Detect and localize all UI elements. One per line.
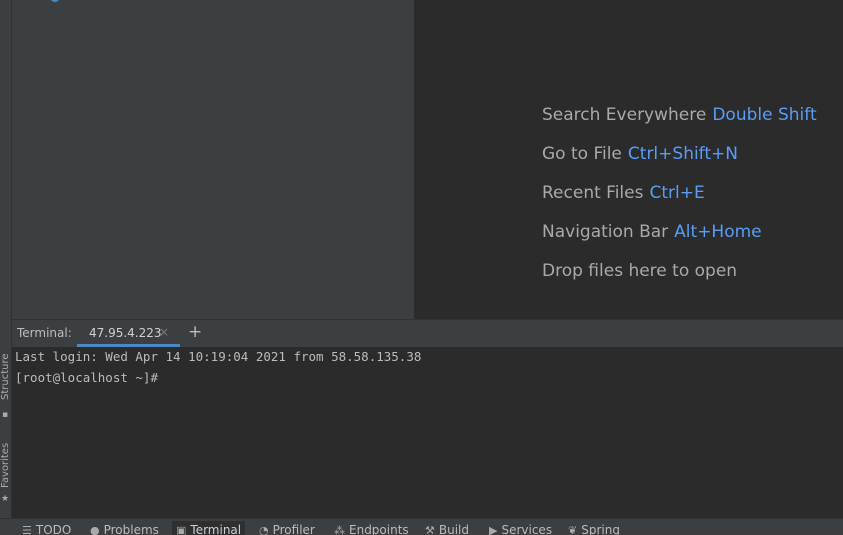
list-icon: ☰ — [22, 524, 32, 535]
left-tool-stripe: Structure ▪ Favorites ★ — [0, 0, 12, 518]
terminal-tab-label: 47.95.4.223 — [89, 326, 162, 340]
terminal-tab[interactable]: 47.95.4.223 × — [77, 320, 180, 347]
hint-drop-files: Drop files here to open — [542, 261, 738, 281]
hint-go-to-file: Go to File Ctrl+Shift+N — [542, 144, 738, 164]
hint-recent-files: Recent Files Ctrl+E — [542, 183, 705, 203]
terminal-title: Terminal: — [17, 326, 72, 340]
editor-area[interactable]: Search Everywhere Double Shift Go to File… — [415, 0, 843, 319]
favorites-tool-button[interactable]: Favorites — [0, 443, 12, 488]
endpoints-icon: ⁂ — [334, 524, 345, 535]
problems-icon: ● — [90, 524, 100, 535]
terminal-line: Last login: Wed Apr 14 10:19:04 2021 fro… — [15, 349, 422, 364]
project-tool-window — [12, 0, 415, 319]
terminal-tool-button[interactable]: ▣ Terminal — [172, 521, 246, 535]
build-tool-button[interactable]: ⚒ Build — [425, 523, 469, 535]
services-tool-button[interactable]: ▶ Services — [489, 523, 552, 535]
editor-hints: Search Everywhere Double Shift Go to File… — [542, 102, 817, 297]
services-icon: ▶ — [489, 524, 498, 535]
add-terminal-button[interactable]: + — [188, 322, 202, 342]
endpoints-tool-button[interactable]: ⁂ Endpoints — [334, 523, 409, 535]
hint-search-everywhere: Search Everywhere Double Shift — [542, 105, 817, 125]
spring-tool-button[interactable]: ❦ Spring — [568, 523, 620, 535]
tree-indicator-icon — [50, 0, 60, 2]
profiler-tool-button[interactable]: ◔ Profiler — [259, 523, 315, 535]
terminal-output[interactable]: Last login: Wed Apr 14 10:19:04 2021 fro… — [12, 347, 843, 518]
structure-tool-button[interactable]: Structure — [0, 353, 12, 400]
bottom-tool-bar: ☰ TODO ● Problems ▣ Terminal ◔ Profiler ⁂ End… — [0, 518, 843, 535]
terminal-icon: ▣ — [176, 524, 187, 535]
spring-icon: ❦ — [568, 524, 578, 535]
problems-tool-button[interactable]: ● Problems — [90, 523, 159, 535]
structure-icon: ▪ — [1, 410, 9, 420]
hint-navigation-bar: Navigation Bar Alt+Home — [542, 222, 762, 242]
hammer-icon: ⚒ — [425, 524, 435, 535]
terminal-prompt: [root@localhost ~]# — [15, 370, 158, 385]
profiler-icon: ◔ — [259, 524, 269, 535]
close-icon[interactable]: × — [159, 325, 169, 339]
terminal-header: Terminal: 47.95.4.223 × + — [12, 319, 843, 347]
todo-tool-button[interactable]: ☰ TODO — [22, 523, 71, 535]
star-icon: ★ — [1, 494, 10, 504]
